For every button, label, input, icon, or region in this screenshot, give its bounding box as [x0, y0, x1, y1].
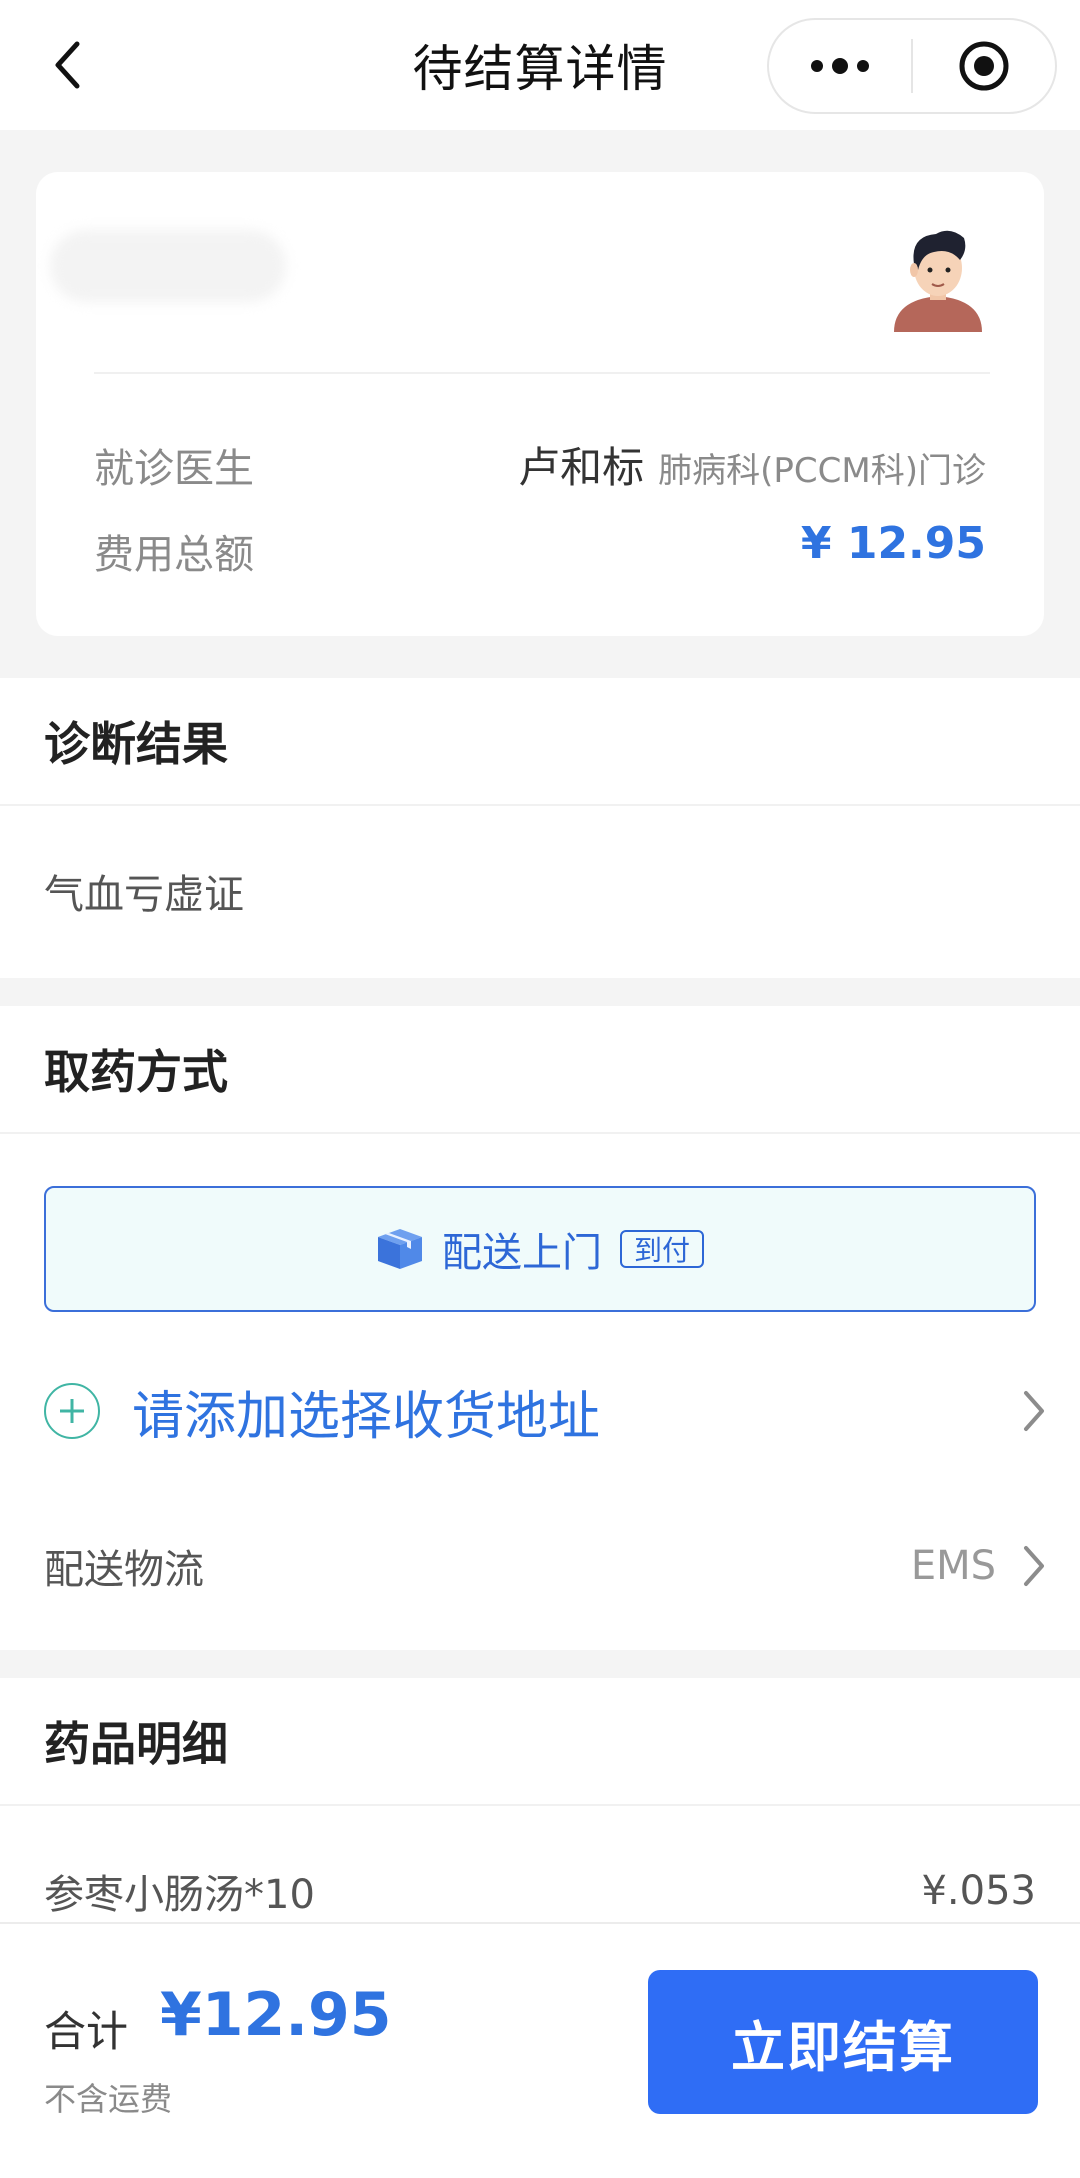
delivery-option[interactable]: 配送上门 到付: [44, 1186, 1036, 1312]
medicine-section: 药品明细 参枣小肠汤*10 ¥.053: [0, 1678, 1080, 1924]
pickup-section: 取药方式 配送上门 到付 请添加选择收货地址 配送物流 EMS: [0, 1006, 1080, 1650]
amount-value: ¥ 12.95: [800, 518, 986, 569]
checkout-bar: 合计 ¥12.95 不含运费 立即结算: [0, 1922, 1080, 2178]
doctor-avatar: [894, 230, 982, 332]
add-circle-icon: [44, 1383, 100, 1439]
logistics-row[interactable]: 配送物流 EMS: [44, 1516, 1054, 1616]
checkout-button[interactable]: 立即结算: [648, 1970, 1038, 2114]
total-value: ¥12.95: [160, 1980, 392, 2050]
medicine-name: 参枣小肠汤*10: [44, 1872, 315, 1918]
blurred-patient-name: [50, 230, 286, 302]
more-button[interactable]: [769, 20, 911, 112]
target-circle-icon: [959, 41, 1009, 91]
logistics-value: EMS: [910, 1543, 996, 1589]
diagnosis-title: 诊断结果: [0, 678, 1080, 806]
add-address-prompt: 请添加选择收货地址: [132, 1386, 601, 1447]
chevron-right-icon: [1014, 1536, 1054, 1596]
mini-program-capsule: [767, 18, 1057, 114]
more-dots-icon: [811, 58, 869, 74]
back-arrow-icon: [55, 41, 80, 89]
patient-card: 就诊医生 卢和标 肺病科(PCCM科)门诊 费用总额 ¥ 12.95: [36, 172, 1044, 636]
card-divider: [94, 372, 990, 374]
doctor-name: 卢和标: [518, 443, 645, 492]
add-address-row[interactable]: 请添加选择收货地址: [44, 1361, 1054, 1461]
chevron-right-icon: [1014, 1381, 1054, 1441]
doctor-label: 就诊医生: [94, 446, 254, 492]
diagnosis-result: 气血亏虚证: [44, 872, 244, 918]
total-label: 合计: [44, 2007, 129, 2056]
amount-label: 费用总额: [94, 532, 254, 578]
doctor-info: 卢和标 肺病科(PCCM科)门诊: [518, 434, 986, 495]
delivery-label: 配送上门: [441, 1230, 602, 1276]
logistics-label: 配送物流: [44, 1547, 204, 1593]
back-button[interactable]: [38, 30, 98, 100]
pickup-title: 取药方式: [0, 1006, 1080, 1134]
medicine-title: 药品明细: [0, 1678, 1080, 1806]
doctor-department: 肺病科(PCCM科)门诊: [658, 451, 986, 491]
close-program-button[interactable]: [913, 20, 1055, 112]
shipping-note: 不含运费: [44, 2080, 173, 2118]
package-box-icon: [377, 1229, 422, 1269]
cod-tag: 到付: [619, 1230, 704, 1268]
medicine-price: ¥.053: [921, 1868, 1036, 1914]
plus-icon: [60, 1399, 84, 1423]
diagnosis-section: 诊断结果 气血亏虚证: [0, 678, 1080, 978]
top-nav-bar: 待结算详情: [0, 0, 1080, 130]
